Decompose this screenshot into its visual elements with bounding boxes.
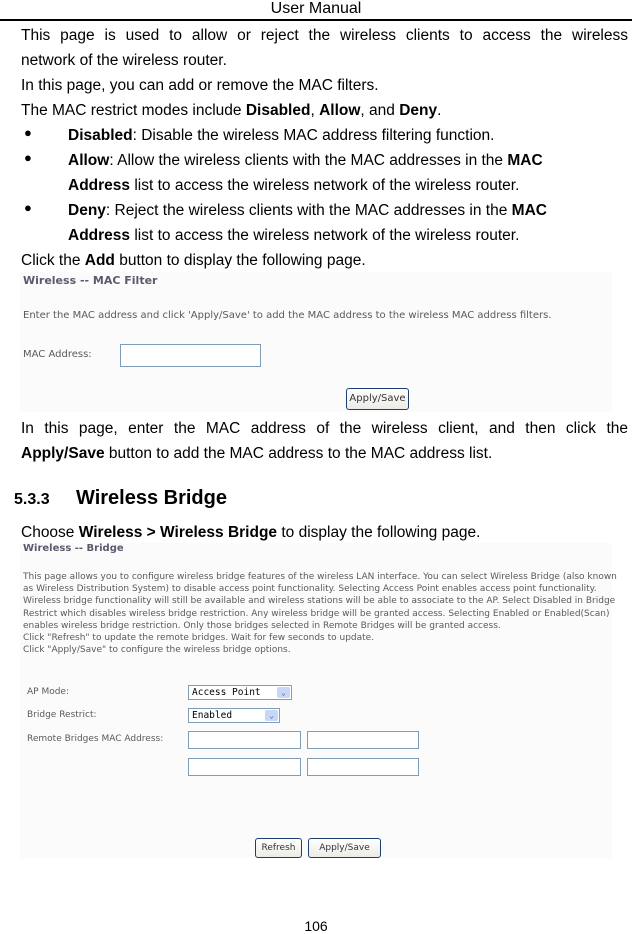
bullet-icon: ● bbox=[24, 125, 32, 140]
remote-mac-input-2[interactable] bbox=[307, 731, 419, 749]
bullet-bold: Address bbox=[68, 177, 131, 194]
desc-line: This page allows you to configure wirele… bbox=[23, 572, 617, 582]
section-number: 5.3.3 bbox=[14, 491, 50, 508]
text: button to add the MAC address to the MAC… bbox=[104, 445, 493, 462]
choose-instruction: Choose Wireless > Wireless Bridge to dis… bbox=[21, 520, 628, 545]
intro-line-2: network of the wireless router. bbox=[21, 52, 227, 69]
bullet-term: Allow bbox=[68, 152, 110, 169]
bullet-bold: Address bbox=[68, 227, 131, 244]
mac-filter-screenshot: Wireless -- MAC Filter Enter the MAC add… bbox=[20, 272, 612, 412]
running-header: User Manual bbox=[270, 0, 362, 17]
chevron-down-icon[interactable]: ⌄ bbox=[265, 710, 278, 721]
text: , and bbox=[360, 102, 400, 119]
remote-bridges-label: Remote Bridges MAC Address: bbox=[27, 734, 164, 744]
bullet-desc: : Disable the wireless MAC address filte… bbox=[132, 127, 495, 144]
bullet-disabled: Disabled: Disable the wireless MAC addre… bbox=[68, 123, 628, 148]
mac-address-label: MAC Address: bbox=[23, 349, 92, 360]
desc-line: enables wireless bridge restriction. Onl… bbox=[23, 620, 501, 631]
mac-filter-instruction: Enter the MAC address and click 'Apply/S… bbox=[23, 310, 552, 321]
text: Choose bbox=[21, 524, 79, 541]
chevron-down-icon[interactable]: ⌄ bbox=[277, 687, 290, 698]
add-term: Add bbox=[84, 252, 115, 269]
ap-mode-value: Access Point bbox=[192, 687, 261, 698]
remote-mac-input-1[interactable] bbox=[188, 731, 301, 749]
after-mac-line-1: In this page, enter the MAC address of t… bbox=[21, 420, 628, 437]
bullet-bold: MAC bbox=[511, 202, 547, 219]
mac-filter-title: Wireless -- MAC Filter bbox=[23, 274, 158, 287]
bridge-restrict-label: Bridge Restrict: bbox=[27, 710, 97, 720]
bullet-term: Disabled bbox=[68, 127, 133, 144]
desc-line: Restrict which disables wireless bridge … bbox=[23, 608, 610, 619]
apply-save-button[interactable]: Apply/Save bbox=[346, 388, 409, 410]
bridge-description: This page allows you to configure wirele… bbox=[23, 571, 617, 656]
bridge-apply-save-button[interactable]: Apply/Save bbox=[308, 838, 381, 858]
text: , bbox=[310, 102, 320, 119]
intro-paragraph-2: In this page, you can add or remove the … bbox=[21, 77, 379, 94]
section-title: Wireless Bridge bbox=[76, 487, 227, 509]
term-allow: Allow bbox=[319, 102, 361, 119]
bullet-desc: list to access the wireless network of t… bbox=[130, 227, 520, 244]
text: Click the bbox=[21, 252, 85, 269]
term-deny: Deny bbox=[399, 102, 438, 119]
header-rule bbox=[0, 19, 632, 21]
menu-path: Wireless > Wireless Bridge bbox=[78, 524, 278, 541]
after-mac-line-2: Apply/Save button to add the MAC address… bbox=[21, 441, 628, 466]
section-heading: 5.3.3 Wireless Bridge bbox=[14, 484, 227, 514]
ap-mode-select[interactable]: Access Point ⌄ bbox=[188, 685, 292, 700]
text: The MAC restrict modes include bbox=[21, 102, 246, 119]
desc-line: Click "Apply/Save" to configure the wire… bbox=[23, 645, 291, 656]
mac-address-input[interactable] bbox=[120, 344, 261, 367]
bullet-allow: Allow: Allow the wireless clients with t… bbox=[68, 148, 628, 198]
text: to display the following page. bbox=[277, 524, 481, 541]
bullet-icon: ● bbox=[24, 200, 32, 215]
bullet-deny: Deny: Reject the wireless clients with t… bbox=[68, 198, 628, 248]
text: button to display the following page. bbox=[114, 252, 366, 269]
bullet-bold: MAC bbox=[507, 152, 543, 169]
desc-line: Click "Refresh" to update the remote bri… bbox=[23, 633, 375, 644]
bridge-restrict-select[interactable]: Enabled ⌄ bbox=[188, 708, 280, 723]
remote-mac-input-3[interactable] bbox=[188, 758, 301, 776]
bullet-desc: : Reject the wireless clients with the M… bbox=[105, 202, 512, 219]
bullet-term: Deny bbox=[68, 202, 106, 219]
click-add-instruction: Click the Add button to display the foll… bbox=[21, 248, 628, 273]
desc-line: Wireless bridge functionality will still… bbox=[23, 596, 616, 607]
ap-mode-label: AP Mode: bbox=[27, 687, 69, 697]
refresh-button[interactable]: Refresh bbox=[255, 838, 302, 858]
text: . bbox=[437, 102, 442, 119]
bridge-restrict-value: Enabled bbox=[192, 710, 233, 721]
intro-paragraph-3: The MAC restrict modes include Disabled,… bbox=[21, 98, 628, 123]
term-disabled: Disabled bbox=[245, 102, 311, 119]
intro-line-1: This page is used to allow or reject the… bbox=[21, 27, 628, 44]
desc-line: as Wireless Distribution System) to disa… bbox=[23, 584, 597, 595]
bullet-icon: ● bbox=[24, 150, 32, 165]
apply-save-term: Apply/Save bbox=[21, 445, 105, 462]
remote-mac-input-4[interactable] bbox=[307, 758, 419, 776]
bridge-title: Wireless -- Bridge bbox=[23, 543, 124, 554]
bullet-desc: list to access the wireless network of t… bbox=[130, 177, 520, 194]
wireless-bridge-screenshot: Wireless -- Bridge This page allows you … bbox=[20, 543, 617, 858]
bullet-desc: : Allow the wireless clients with the MA… bbox=[109, 152, 508, 169]
